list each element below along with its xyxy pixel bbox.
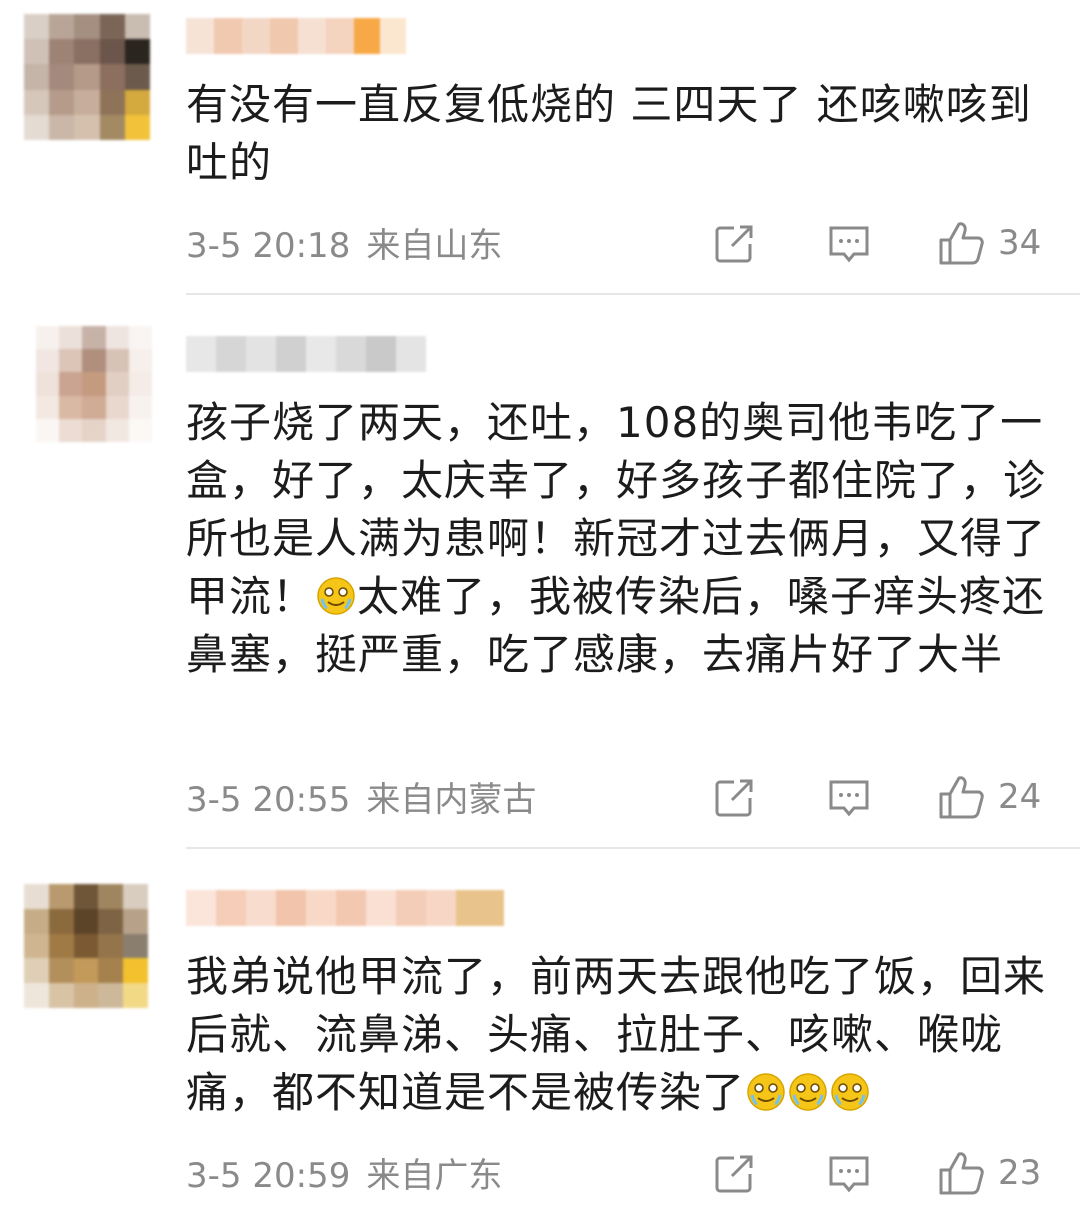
- crying-laugh-emoji-icon: [317, 577, 355, 615]
- comment-button[interactable]: [826, 222, 872, 266]
- comment-icon: [829, 1156, 869, 1193]
- thumbs-up-icon: [939, 222, 984, 265]
- like-count: 23: [998, 1153, 1042, 1193]
- username[interactable]: [186, 890, 504, 926]
- share-button[interactable]: [712, 776, 756, 820]
- thumbs-up-icon: [939, 776, 984, 819]
- divider: [186, 293, 1080, 295]
- comment-text-part: 我弟说他甲流了，前两天去跟他吃了饭，回来后就、流鼻涕、头痛、拉肚子、咳嗽、喉咙痛…: [186, 952, 1047, 1117]
- comment-meta: 3-5 20:18 来自山东: [186, 226, 502, 266]
- avatar[interactable]: [24, 14, 150, 140]
- comment-icon: [829, 780, 869, 817]
- comment-button[interactable]: [826, 776, 872, 820]
- avatar[interactable]: [24, 884, 148, 1008]
- comment-item: 有没有一直反复低烧的 三四天了 还咳嗽咳到吐的 3-5 20:18 来自山东 3…: [0, 0, 1080, 296]
- username[interactable]: [186, 18, 408, 54]
- share-button[interactable]: [712, 1152, 756, 1196]
- comment-location: 来自山东: [366, 226, 503, 266]
- like-button[interactable]: 34: [938, 220, 1041, 266]
- crying-laugh-emoji-icon: [747, 1073, 785, 1111]
- share-button[interactable]: [712, 222, 756, 266]
- like-button[interactable]: 24: [938, 774, 1041, 820]
- comment-icon: [829, 226, 869, 263]
- comment-time: 3-5 20:59: [186, 1156, 351, 1196]
- crying-laugh-emoji-icon: [789, 1073, 827, 1111]
- share-icon: [715, 225, 753, 263]
- thumbs-up-icon: [939, 1152, 984, 1195]
- comment-text: 有没有一直反复低烧的 三四天了 还咳嗽咳到吐的: [186, 80, 1032, 187]
- comment-location: 来自内蒙古: [366, 780, 537, 820]
- comment-time: 3-5 20:55: [186, 780, 351, 820]
- comment-location: 来自广东: [366, 1156, 503, 1196]
- comment-meta: 3-5 20:55 来自内蒙古: [186, 780, 536, 820]
- share-icon: [715, 779, 753, 817]
- like-count: 34: [998, 223, 1042, 263]
- crying-laugh-emoji-icon: [831, 1073, 869, 1111]
- like-button[interactable]: 23: [938, 1150, 1041, 1196]
- comment-text: 我弟说他甲流了，前两天去跟他吃了饭，回来后就、流鼻涕、头痛、拉肚子、咳嗽、喉咙痛…: [186, 948, 1056, 1122]
- comment-item: 孩子烧了两天，还吐，108的奥司他韦吃了一盒，好了，太庆幸了，好多孩子都住院了，…: [0, 296, 1080, 850]
- avatar[interactable]: [36, 326, 152, 442]
- username[interactable]: [186, 336, 426, 372]
- divider: [186, 847, 1080, 849]
- comment-item: 我弟说他甲流了，前两天去跟他吃了饭，回来后就、流鼻涕、头痛、拉肚子、咳嗽、喉咙痛…: [0, 850, 1080, 1218]
- comment-time: 3-5 20:18: [186, 226, 351, 266]
- comment-meta: 3-5 20:59 来自广东: [186, 1156, 502, 1196]
- comment-button[interactable]: [826, 1152, 872, 1196]
- comment-text: 孩子烧了两天，还吐，108的奥司他韦吃了一盒，好了，太庆幸了，好多孩子都住院了，…: [186, 394, 1056, 684]
- share-icon: [715, 1155, 753, 1193]
- like-count: 24: [998, 777, 1042, 817]
